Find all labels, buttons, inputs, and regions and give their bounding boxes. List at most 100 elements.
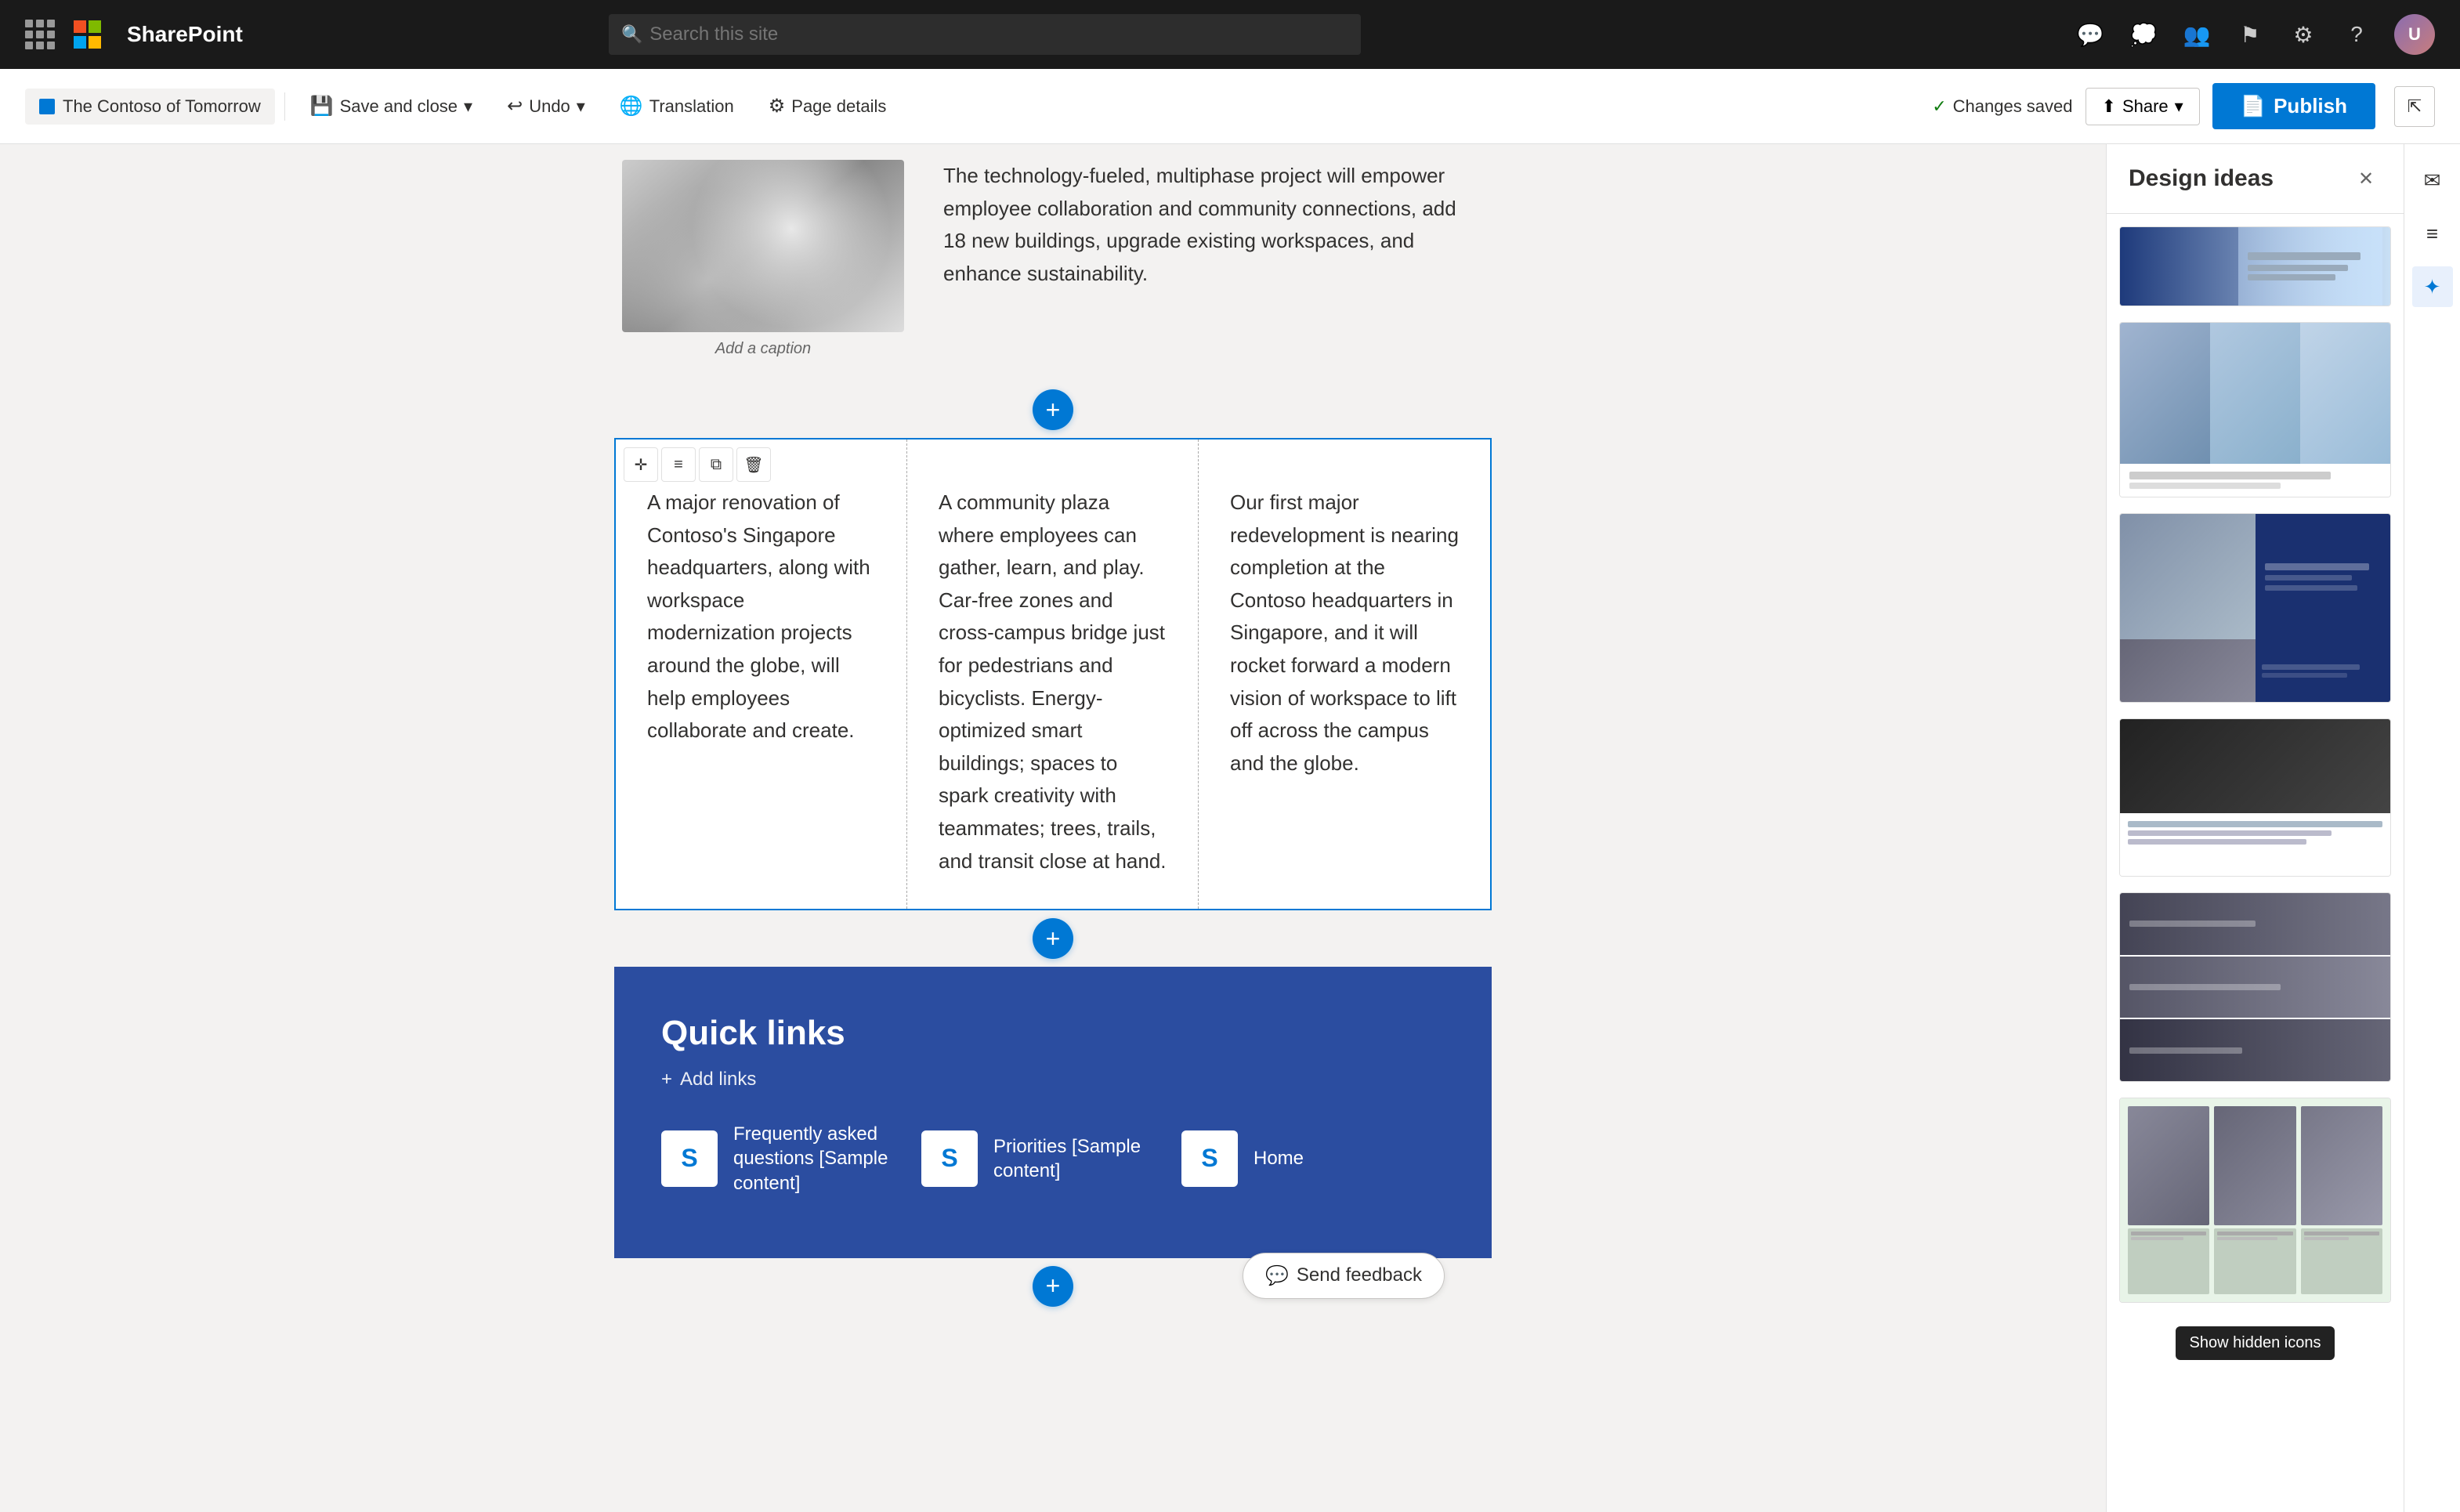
three-col-section: ✛ ≡ ⧉ 🗑 A major renovation of Contoso's … bbox=[614, 438, 1492, 910]
page-content: Add a caption The technology-fueled, mul… bbox=[614, 144, 1492, 1362]
spiral-image bbox=[622, 160, 904, 332]
collapse-icon: ⇱ bbox=[2408, 96, 2422, 117]
quick-link-item-2[interactable]: S Priorities [Sample content] bbox=[921, 1122, 1150, 1195]
quick-link-icon-3: S bbox=[1181, 1130, 1238, 1187]
col-1: A major renovation of Contoso's Singapor… bbox=[616, 439, 907, 909]
site-tab[interactable]: The Contoso of Tomorrow bbox=[25, 89, 275, 125]
collapse-button[interactable]: ⇱ bbox=[2394, 86, 2435, 127]
design-card-2-text bbox=[2120, 464, 2390, 497]
add-links-icon: + bbox=[661, 1069, 672, 1091]
col-2-text: A community plaza where employees can ga… bbox=[939, 487, 1167, 877]
top-nav: SharePoint 🔍 💬 💭 👥 ⚑ ⚙ ? U bbox=[0, 0, 2460, 69]
design-card-last[interactable] bbox=[2119, 1098, 2391, 1303]
design-card-2-img bbox=[2120, 323, 2390, 464]
col-3-text: Our first major redevelopment is nearing… bbox=[1230, 487, 1459, 780]
app-launcher-icon[interactable] bbox=[25, 20, 55, 49]
toolbar-right: ✓ Changes saved ⬆ Share ▾ 📄 Publish ⇱ bbox=[1932, 83, 2435, 129]
undo-icon: ↩ bbox=[507, 95, 523, 118]
design-panel-header: Design ideas ✕ bbox=[2107, 144, 2404, 214]
col-3: Our first major redevelopment is nearing… bbox=[1199, 439, 1490, 909]
design-card-1-img bbox=[2120, 227, 2390, 306]
quick-link-label-2: Priorities [Sample content] bbox=[993, 1134, 1150, 1183]
publish-icon: 📄 bbox=[2241, 94, 2266, 118]
col-1-text: A major renovation of Contoso's Singapor… bbox=[647, 487, 875, 747]
design-card-2[interactable] bbox=[2119, 322, 2391, 497]
spiral-image-inner bbox=[622, 160, 904, 332]
settings-icon[interactable]: ⚙ bbox=[2288, 19, 2319, 50]
feedback-icon: 💬 bbox=[1265, 1264, 1289, 1287]
quick-link-label-1: Frequently asked questions [Sample conte… bbox=[733, 1122, 890, 1195]
add-links-button[interactable]: + Add links bbox=[661, 1069, 1445, 1091]
design-panel-body[interactable]: Show hidden icons bbox=[2107, 214, 2404, 1512]
share-chevron: ▾ bbox=[2175, 96, 2183, 117]
intro-paragraph: The technology-fueled, multiphase projec… bbox=[943, 160, 1460, 290]
quick-link-icon-1: S bbox=[661, 1130, 718, 1187]
publish-button[interactable]: 📄 Publish bbox=[2212, 83, 2375, 129]
col-2: A community plaza where employees can ga… bbox=[907, 439, 1199, 909]
quick-link-item-3[interactable]: S Home bbox=[1181, 1122, 1304, 1195]
delete-ctrl[interactable]: 🗑 bbox=[736, 447, 771, 482]
image-block: Add a caption bbox=[614, 160, 912, 358]
avatar[interactable]: U bbox=[2394, 14, 2435, 55]
quick-links-section: Quick links + Add links S Frequently ask… bbox=[614, 967, 1492, 1258]
site-tab-label: The Contoso of Tomorrow bbox=[63, 96, 261, 117]
design-card-3[interactable] bbox=[2119, 513, 2391, 703]
quick-link-item-1[interactable]: S Frequently asked questions [Sample con… bbox=[661, 1122, 890, 1195]
add-section-between-2: + bbox=[614, 918, 1492, 959]
undo-chevron: ▾ bbox=[577, 96, 585, 117]
search-icon: 🔍 bbox=[621, 24, 642, 45]
image-text-section: Add a caption The technology-fueled, mul… bbox=[614, 160, 1492, 382]
undo-button[interactable]: ↩ Undo ▾ bbox=[491, 87, 601, 125]
translation-icon: 🌐 bbox=[620, 95, 643, 118]
nav-icons: 💬 💭 👥 ⚑ ⚙ ? U bbox=[2075, 14, 2435, 55]
quick-links-grid: S Frequently asked questions [Sample con… bbox=[661, 1122, 1445, 1195]
flag-icon[interactable]: ⚑ bbox=[2234, 19, 2266, 50]
design-card-1[interactable] bbox=[2119, 226, 2391, 306]
question-icon[interactable]: ? bbox=[2341, 19, 2372, 50]
quick-links-title: Quick links bbox=[661, 1014, 1445, 1053]
changes-saved-status: ✓ Changes saved bbox=[1932, 96, 2072, 117]
copy-ctrl[interactable]: ⧉ bbox=[699, 447, 733, 482]
add-section-between-1: + bbox=[614, 389, 1492, 430]
chat-icon[interactable]: 💭 bbox=[2128, 19, 2159, 50]
share-icon: ⬆ bbox=[2102, 96, 2116, 117]
social-icon[interactable]: 👥 bbox=[2181, 19, 2212, 50]
divider-1 bbox=[284, 92, 285, 121]
quick-link-label-3: Home bbox=[1254, 1146, 1304, 1170]
main-area: Add a caption The technology-fueled, mul… bbox=[0, 144, 2460, 1512]
add-section-plus-3[interactable]: + bbox=[1033, 1266, 1073, 1307]
edge-lines-button[interactable]: ≡ bbox=[2412, 213, 2453, 254]
app-name-label: SharePoint bbox=[127, 22, 243, 47]
search-input[interactable] bbox=[609, 14, 1361, 55]
design-panel-title: Design ideas bbox=[2129, 165, 2274, 192]
add-section-plus-2[interactable]: + bbox=[1033, 918, 1073, 959]
save-close-chevron: ▾ bbox=[464, 96, 472, 117]
search-bar[interactable]: 🔍 bbox=[609, 14, 1361, 55]
design-card-5[interactable] bbox=[2119, 892, 2391, 1082]
three-col-grid: A major renovation of Contoso's Singapor… bbox=[616, 439, 1490, 909]
translation-button[interactable]: 🌐 Translation bbox=[604, 87, 750, 125]
show-hidden-icons-tooltip: Show hidden icons bbox=[2176, 1326, 2335, 1360]
microsoft-logo bbox=[74, 20, 102, 49]
content-area[interactable]: Add a caption The technology-fueled, mul… bbox=[0, 144, 2106, 1512]
help-icon[interactable]: 💬 bbox=[2075, 19, 2106, 50]
edit-ctrl[interactable]: ≡ bbox=[661, 447, 696, 482]
right-edge-panel: ✉ ≡ ✦ bbox=[2404, 144, 2460, 1512]
share-button[interactable]: ⬆ Share ▾ bbox=[2086, 88, 2200, 125]
toolbar: The Contoso of Tomorrow 💾 Save and close… bbox=[0, 69, 2460, 144]
add-section-plus-1[interactable]: + bbox=[1033, 389, 1073, 430]
save-close-button[interactable]: 💾 Save and close ▾ bbox=[295, 87, 488, 125]
text-content: The technology-fueled, multiphase projec… bbox=[912, 160, 1492, 358]
edge-mail-button[interactable]: ✉ bbox=[2412, 160, 2453, 201]
toolbar-left: The Contoso of Tomorrow 💾 Save and close… bbox=[25, 87, 1932, 125]
page-details-button[interactable]: ⚙ Page details bbox=[753, 87, 903, 125]
checkmark-icon: ✓ bbox=[1932, 96, 1946, 117]
move-ctrl[interactable]: ✛ bbox=[624, 447, 658, 482]
close-design-panel-button[interactable]: ✕ bbox=[2350, 163, 2382, 194]
image-caption[interactable]: Add a caption bbox=[715, 340, 811, 358]
design-panel: Design ideas ✕ bbox=[2106, 144, 2404, 1512]
site-tab-dot bbox=[39, 99, 55, 114]
design-card-4[interactable] bbox=[2119, 718, 2391, 877]
edge-sparkle-button[interactable]: ✦ bbox=[2412, 266, 2453, 307]
feedback-button[interactable]: 💬 Send feedback bbox=[1243, 1253, 1445, 1299]
